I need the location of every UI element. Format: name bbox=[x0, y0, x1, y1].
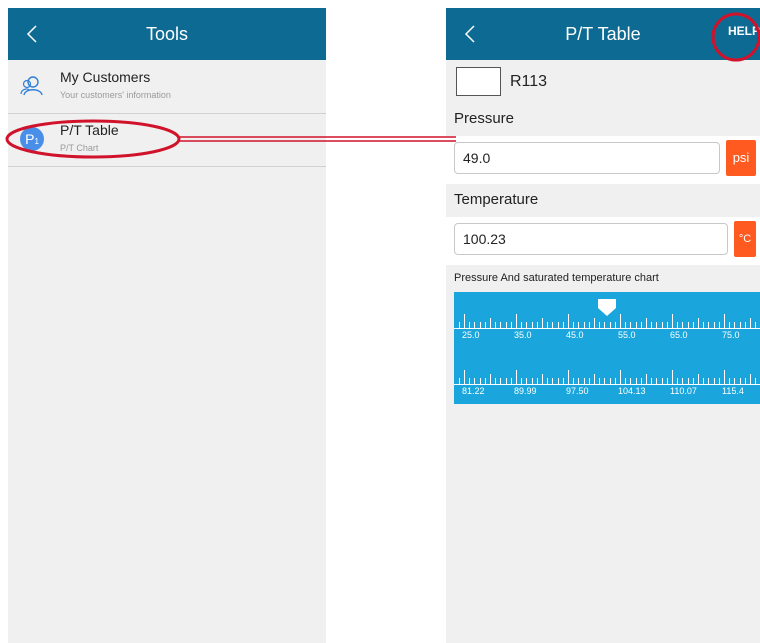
tools-screen: Tools My Customers Your customers' infor… bbox=[8, 8, 326, 643]
major-tick bbox=[620, 314, 621, 328]
major-tick bbox=[516, 370, 517, 384]
pt-table-icon: P1 bbox=[20, 127, 44, 151]
scale-tick-label: 81.22 bbox=[462, 386, 485, 396]
item-title: P/T Table bbox=[60, 122, 119, 138]
scale-baseline bbox=[454, 384, 760, 385]
major-tick bbox=[724, 370, 725, 384]
temperature-unit-button[interactable]: °C bbox=[734, 221, 756, 257]
major-tick bbox=[516, 314, 517, 328]
minor-tick bbox=[646, 374, 647, 384]
minor-tick bbox=[698, 318, 699, 328]
pressure-label: Pressure bbox=[454, 110, 515, 127]
minor-tick bbox=[490, 318, 491, 328]
help-button[interactable]: HELP bbox=[722, 24, 760, 38]
temperature-input[interactable]: 100.23 bbox=[454, 223, 728, 255]
scale-tick-label: 75.0 bbox=[722, 330, 740, 340]
scale-tick-label: 115.4 bbox=[722, 386, 744, 396]
scale-tick-label: 104.13 bbox=[618, 386, 646, 396]
tools-header: Tools bbox=[8, 8, 326, 60]
minor-tick bbox=[542, 374, 543, 384]
scale-tick-label: 97.50 bbox=[566, 386, 589, 396]
scale-tick-label: 55.0 bbox=[618, 330, 636, 340]
pt-table-header: P/T Table HELP bbox=[446, 8, 760, 60]
minor-tick bbox=[698, 374, 699, 384]
major-tick bbox=[724, 314, 725, 328]
temperature-label: Temperature bbox=[454, 191, 539, 208]
minor-tick bbox=[750, 374, 751, 384]
major-tick bbox=[568, 370, 569, 384]
pressure-input[interactable]: 49.0 bbox=[454, 142, 720, 174]
pressure-unit-button[interactable]: psi bbox=[726, 140, 756, 176]
scale-tick-label: 65.0 bbox=[670, 330, 688, 340]
scale-tick-label: 110.07 bbox=[670, 386, 697, 396]
list-item-my-customers[interactable]: My Customers Your customers' information bbox=[8, 60, 326, 114]
scale-tick-label: 45.0 bbox=[566, 330, 584, 340]
users-icon bbox=[20, 76, 43, 96]
minor-tick bbox=[594, 318, 595, 328]
item-subtitle: P/T Chart bbox=[60, 143, 99, 153]
list-item-pt-table[interactable]: P1 P/T Table P/T Chart bbox=[8, 113, 326, 167]
minor-tick bbox=[594, 374, 595, 384]
minor-tick bbox=[490, 374, 491, 384]
scale-baseline bbox=[454, 328, 760, 329]
page-title: Tools bbox=[145, 24, 189, 44]
item-subtitle: Your customers' information bbox=[60, 90, 171, 100]
temperature-scale[interactable]: 81.22 89.99 97.50 104.13 110.07 115.4 bbox=[454, 348, 760, 404]
minor-tick bbox=[542, 318, 543, 328]
refrigerant-name[interactable]: R113 bbox=[510, 73, 547, 91]
item-title: My Customers bbox=[60, 69, 151, 85]
major-tick bbox=[464, 370, 465, 384]
scale-tick-label: 35.0 bbox=[514, 330, 532, 340]
major-tick bbox=[672, 314, 673, 328]
minor-tick bbox=[750, 318, 751, 328]
refrigerant-color-swatch[interactable] bbox=[456, 67, 501, 96]
page-title: P/T Table bbox=[565, 24, 641, 44]
major-tick bbox=[568, 314, 569, 328]
major-tick bbox=[464, 314, 465, 328]
pt-slider-chart[interactable]: 25.0 35.0 45.0 55.0 65.0 75.0 81.22 89.99 97.50… bbox=[454, 292, 760, 404]
scale-tick-label: 89.99 bbox=[514, 386, 537, 396]
major-tick bbox=[672, 370, 673, 384]
scale-tick-label: 25.0 bbox=[462, 330, 480, 340]
chart-title: Pressure And saturated temperature chart bbox=[454, 272, 659, 284]
minor-tick bbox=[646, 318, 647, 328]
pt-table-screen: P/T Table HELP R113 Pressure 49.0 psi Te… bbox=[446, 8, 760, 643]
major-tick bbox=[620, 370, 621, 384]
pressure-scale[interactable]: 25.0 35.0 45.0 55.0 65.0 75.0 bbox=[454, 292, 760, 348]
